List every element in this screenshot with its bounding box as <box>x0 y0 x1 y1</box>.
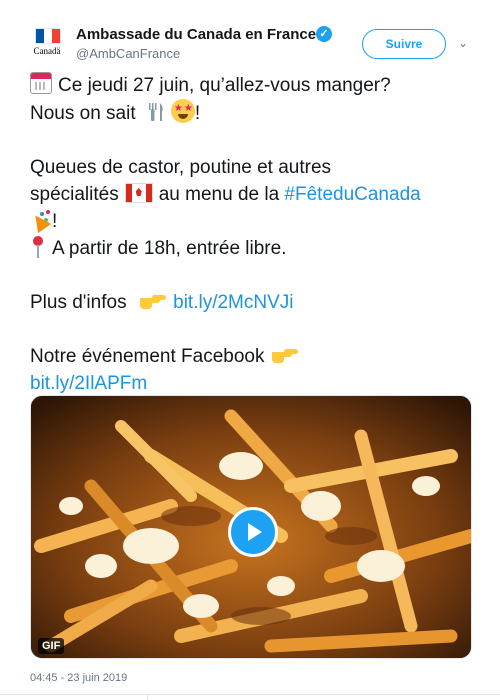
round-pushpin-icon <box>30 236 44 258</box>
account-name[interactable]: Ambassade du Canada en France <box>76 26 316 43</box>
tweet-line: Ce jeudi 27 juin, qu’allez-vous manger? <box>30 72 475 99</box>
facebook-event-link[interactable]: bit.ly/2IlAPFm <box>30 373 147 394</box>
canada-wordmark: Canadä <box>33 46 61 56</box>
tweet-line-text: spécialités <box>30 184 119 205</box>
tweet-line-text: ! <box>194 103 201 124</box>
tweet-line: Notre événement Facebook <box>30 343 475 370</box>
divider <box>0 694 500 695</box>
avatar[interactable]: Canadä <box>29 22 65 62</box>
tweet-header: Canadä Ambassade du Canada en France ✓ @… <box>0 0 500 72</box>
play-icon[interactable] <box>228 507 278 557</box>
verified-badge-icon: ✓ <box>316 26 332 42</box>
tweet-line-text: ! <box>52 211 58 232</box>
pointing-hand-icon <box>272 349 299 363</box>
france-flag-icon <box>35 28 61 44</box>
tweet-text: Ce jeudi 27 juin, qu’allez-vous manger? … <box>30 72 475 397</box>
follow-button[interactable]: Suivre <box>362 29 446 59</box>
tweet-line: bit.ly/2IlAPFm <box>30 370 475 397</box>
tweet-line-text: Plus d'infos <box>30 292 127 313</box>
calendar-icon <box>30 72 52 94</box>
canada-flag-icon <box>124 183 153 203</box>
fork-and-knife-icon <box>148 103 163 121</box>
tweet-line-text: au menu de la <box>158 184 280 205</box>
tweet-line: spécialités au menu de la #FêteduCanada <box>30 181 475 208</box>
tweet-line-text: A partir de 18h, entrée libre. <box>52 238 287 259</box>
gif-badge: GIF <box>38 638 65 654</box>
pointing-hand-icon <box>139 295 166 309</box>
party-popper-icon <box>30 208 52 230</box>
tweet-line: A partir de 18h, entrée libre. <box>30 235 475 262</box>
tweet-timestamp[interactable]: 04:45 - 23 juin 2019 <box>30 672 127 684</box>
info-link[interactable]: bit.ly/2McNVJi <box>173 292 293 313</box>
divider <box>147 694 148 700</box>
tweet-line-text: Nous on sait <box>30 103 136 124</box>
hashtag-link[interactable]: #FêteduCanada <box>284 184 420 205</box>
star-struck-icon: ★ ★ <box>170 99 195 123</box>
tweet-line: Plus d'infos bit.ly/2McNVJi <box>30 289 475 316</box>
tweet-line-text: Queues de castor, poutine et autres <box>30 157 332 178</box>
tweet-line: Nous on sait ★ ★! <box>30 99 475 127</box>
tweet-line-text: Notre événement Facebook <box>30 346 265 367</box>
account-handle[interactable]: @AmbCanFrance <box>76 46 180 61</box>
tweet-line-text: Ce jeudi 27 juin, qu’allez-vous manger? <box>58 75 391 96</box>
chevron-down-icon[interactable]: ⌄ <box>458 36 468 50</box>
tweet-line: ! <box>30 208 475 235</box>
tweet-line: Queues de castor, poutine et autres <box>30 154 475 181</box>
